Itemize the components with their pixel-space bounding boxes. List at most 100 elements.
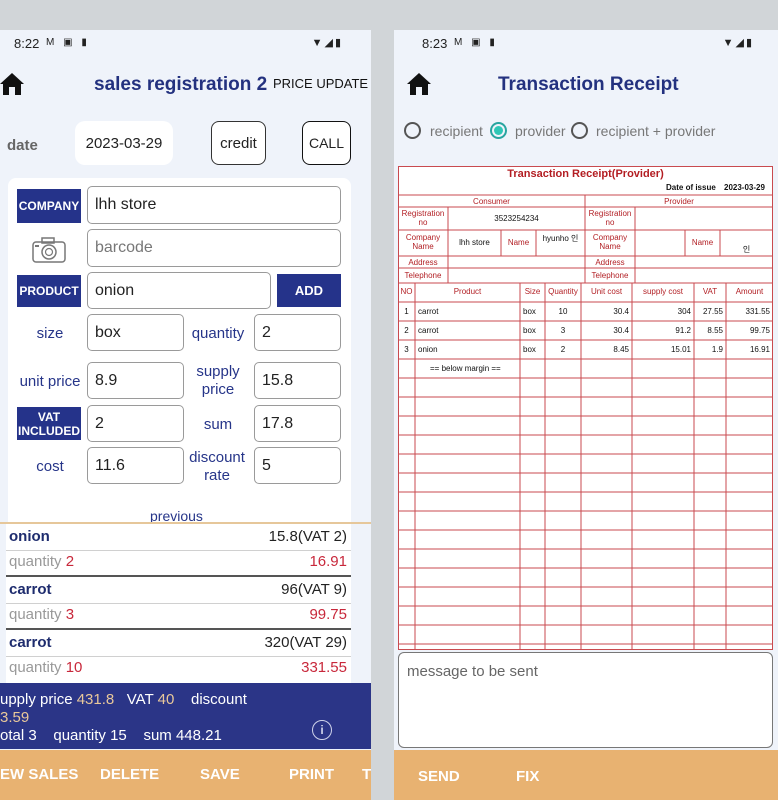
vat-field[interactable]: 2 (87, 405, 184, 442)
item-quantity: quantity 2 (9, 553, 75, 570)
item-total: 96(VAT 9) (281, 581, 347, 598)
date-of-issue-label: Date of issue (666, 183, 716, 192)
provider-registration-no-label: Registration no (588, 209, 632, 227)
save-button[interactable]: SAVE (200, 766, 240, 783)
print-button[interactable]: PRINT (289, 766, 334, 783)
price-update-button[interactable]: PRICE UPDATE (273, 76, 368, 91)
supply-price-field[interactable]: 15.8 (254, 362, 341, 399)
col-quantity: Quantity (548, 287, 578, 296)
list-item[interactable]: carrot 96(VAT 9) quantity 3 99.75 (6, 577, 351, 630)
date-picker[interactable]: 2023-03-29 (75, 121, 173, 165)
consumer-header: Consumer (473, 197, 510, 206)
col-supply-cost: supply cost (642, 287, 684, 296)
status-bar: 8:23 M ▣ ▮ ▼◢▮ (394, 30, 778, 58)
summary-line-2: otal 3 quantity 15 sum 448.21 (0, 727, 222, 744)
signal-battery-icons: ▼◢▮ (311, 37, 343, 49)
credit-button[interactable]: credit (211, 121, 266, 165)
more-button[interactable]: T (362, 766, 371, 783)
bottom-action-bar: SEND FIX (394, 750, 778, 800)
recipient-provider-radio[interactable] (571, 122, 588, 139)
recipient-radio-label[interactable]: recipient (430, 123, 483, 139)
unit-price-label: unit price (19, 373, 81, 390)
notification-icons: M ▣ ▮ (46, 37, 90, 48)
barcode-input[interactable]: barcode (87, 229, 341, 267)
info-icon[interactable]: i (312, 720, 332, 740)
provider-name-label: Name (691, 238, 714, 247)
col-no: NO (400, 287, 413, 296)
send-button[interactable]: SEND (418, 768, 460, 785)
summary-discount-value: 3.59 (0, 709, 30, 726)
product-label: PRODUCT (17, 275, 81, 307)
item-name: carrot (9, 581, 52, 598)
company-label: COMPANY (17, 189, 81, 223)
item-quantity: quantity 10 (9, 659, 83, 676)
item-amount: 331.55 (301, 659, 347, 676)
col-unit-cost: Unit cost (590, 287, 623, 296)
date-of-issue: 2023-03-29 (724, 183, 765, 192)
provider-radio[interactable] (490, 122, 507, 139)
add-button[interactable]: ADD (277, 274, 341, 307)
provider-radio-label[interactable]: provider (515, 123, 566, 139)
bottom-action-bar: EW SALES DELETE SAVE PRINT T (0, 750, 371, 800)
camera-icon[interactable] (32, 237, 66, 263)
list-item[interactable]: carrot 320(VAT 29) quantity 10 331.55 (6, 630, 351, 683)
fix-button[interactable]: FIX (516, 768, 539, 785)
cost-field[interactable]: 11.6 (87, 447, 184, 484)
item-amount: 16.91 (309, 553, 347, 570)
item-amount: 99.75 (309, 606, 347, 623)
date-label: date (7, 137, 38, 154)
summary-line-1: upply price 431.8 VAT 40 discount (0, 691, 247, 708)
provider-company-name-label: Company Name (592, 233, 628, 251)
list-item[interactable]: onion 15.8(VAT 2) quantity 2 16.91 (6, 524, 351, 577)
company-field[interactable]: lhh store (87, 186, 341, 224)
signal-battery-icons: ▼◢▮ (722, 37, 754, 49)
home-icon[interactable] (407, 73, 431, 95)
summary-bar: upply price 431.8 VAT 40 discount 3.59 o… (0, 683, 371, 749)
item-quantity: quantity 3 (9, 606, 75, 623)
name-label: Name (507, 238, 530, 247)
provider-telephone-label: Telephone (591, 271, 629, 280)
recipient-provider-radio-label[interactable]: recipient + provider (596, 123, 715, 139)
call-button[interactable]: CALL (302, 121, 351, 165)
provider-name-value: 인 (742, 245, 751, 254)
provider-address-label: Address (595, 258, 625, 267)
supply-price-label: supply price (196, 363, 240, 398)
name-value: hyunho 인 (542, 234, 579, 243)
sales-form: COMPANY lhh store barcode PRODUCT onion … (8, 178, 351, 548)
quantity-field[interactable]: 2 (254, 314, 341, 351)
recipient-radio[interactable] (404, 122, 421, 139)
message-input[interactable]: message to be sent (398, 652, 773, 748)
registration-no-label: Registration no (401, 209, 445, 227)
below-margin-note: == below margin == (430, 364, 501, 373)
col-vat: VAT (702, 287, 718, 296)
page-title: sales registration 2 (94, 74, 268, 95)
vat-included-label[interactable]: VAT INCLUDED (17, 407, 81, 440)
notification-icons: M ▣ ▮ (454, 37, 498, 48)
col-size: Size (524, 287, 541, 296)
page-title: Transaction Receipt (498, 74, 679, 95)
item-total: 320(VAT 29) (264, 634, 347, 651)
telephone-label: Telephone (404, 271, 442, 280)
company-name-label: Company Name (405, 233, 441, 251)
col-amount: Amount (735, 287, 764, 296)
quantity-label: quantity (191, 325, 245, 342)
item-total: 15.8(VAT 2) (268, 528, 347, 545)
receipt-title: Transaction Receipt(Provider) (507, 168, 664, 180)
item-name: carrot (9, 634, 52, 651)
discount-rate-label: discount rate (189, 449, 245, 484)
registration-no-value: 3523254234 (494, 214, 539, 223)
unit-price-field[interactable]: 8.9 (87, 362, 184, 399)
address-label: Address (408, 258, 438, 267)
new-sales-button[interactable]: EW SALES (0, 766, 78, 783)
company-name-value: lhh store (459, 238, 490, 247)
home-icon[interactable] (0, 73, 24, 95)
discount-rate-field[interactable]: 5 (254, 447, 341, 484)
sales-item-list[interactable]: onion 15.8(VAT 2) quantity 2 16.91 carro… (6, 524, 351, 684)
size-field[interactable]: box (87, 314, 184, 351)
delete-button[interactable]: DELETE (100, 766, 159, 783)
status-time: 8:22 (14, 36, 40, 51)
cost-label: cost (36, 458, 64, 475)
size-label: size (36, 325, 64, 342)
product-field[interactable]: onion (87, 272, 271, 309)
sum-field[interactable]: 17.8 (254, 405, 341, 442)
